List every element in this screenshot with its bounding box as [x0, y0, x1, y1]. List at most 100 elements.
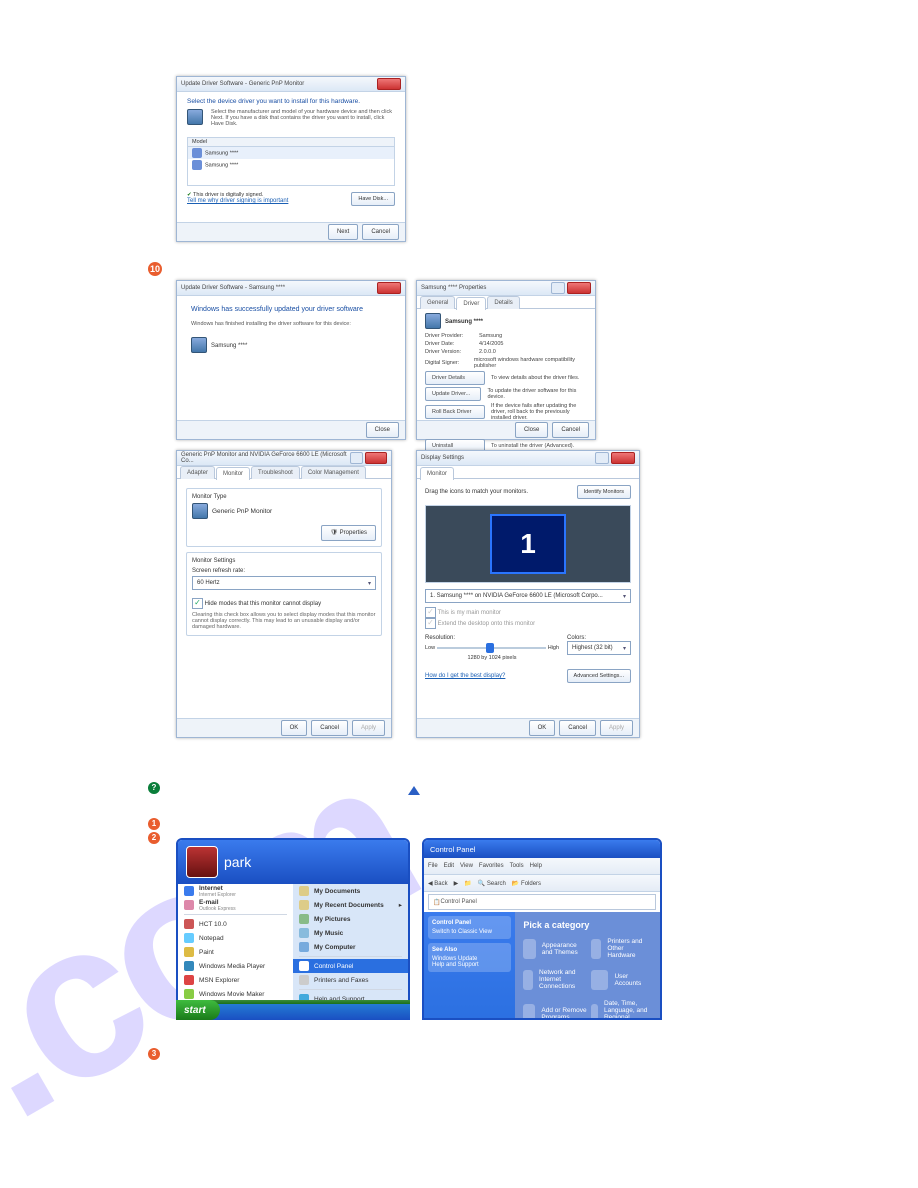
colors-dropdown[interactable]: Highest (32 bit)▾ [567, 641, 631, 655]
cancel-button[interactable]: Cancel [552, 422, 589, 438]
monitor-tile[interactable]: 1 [490, 514, 566, 574]
sm-item[interactable]: My Pictures [293, 912, 408, 926]
menu-tools[interactable]: Tools [510, 863, 524, 869]
menu-help[interactable]: Help [530, 863, 542, 869]
cancel-button[interactable]: Cancel [362, 224, 399, 240]
have-disk-button[interactable]: Have Disk... [351, 192, 395, 206]
up-button[interactable]: 📁 [464, 880, 471, 887]
pick-category-heading: Pick a category [523, 920, 652, 930]
cat-addremove[interactable]: Add or Remove Programs [523, 1000, 586, 1020]
cancel-button[interactable]: Cancel [311, 720, 348, 736]
cat-datetime[interactable]: Date, Time, Language, and Regional Optio… [591, 1000, 652, 1020]
help-icon[interactable] [350, 452, 363, 464]
rollback-button[interactable]: Roll Back Driver [425, 405, 485, 419]
search-button[interactable]: 🔍 Search [478, 880, 506, 887]
sm-item-control-panel[interactable]: Control Panel [293, 959, 408, 973]
folders-button[interactable]: 📂 Folders [512, 880, 541, 887]
monitor-select[interactable]: 1. Samsung **** on NVIDIA GeForce 6600 L… [425, 589, 631, 603]
cat-appearance[interactable]: Appearance and Themes [523, 938, 586, 959]
sm-item[interactable]: HCT 10.0 [178, 917, 293, 931]
refresh-dropdown[interactable]: 60 Hertz▾ [192, 576, 376, 590]
menu-view[interactable]: View [460, 863, 473, 869]
update-driver-button[interactable]: Update Driver... [425, 387, 481, 401]
sm-item[interactable]: My Music [293, 926, 408, 940]
model-row[interactable]: Samsung **** [188, 159, 394, 171]
sm-item[interactable]: Paint [178, 945, 293, 959]
close-icon[interactable] [377, 282, 401, 294]
sm-item[interactable]: My Recent Documents▸ [293, 898, 408, 912]
back-button[interactable]: ◀ Back [428, 880, 448, 887]
sm-item[interactable]: Notepad [178, 931, 293, 945]
resolution-value: 1280 by 1024 pixels [425, 655, 559, 661]
resolution-slider[interactable] [437, 647, 546, 649]
addremove-icon [523, 1004, 535, 1020]
close-icon[interactable] [567, 282, 591, 294]
hide-modes-checkbox[interactable]: ✓ [192, 598, 203, 609]
sm-item[interactable]: Windows Movie Maker [178, 987, 293, 1001]
tab-colormgmt[interactable]: Color Management [301, 466, 366, 479]
apply-button[interactable]: Apply [352, 720, 385, 736]
help-icon[interactable] [595, 452, 609, 464]
close-button[interactable]: Close [366, 422, 399, 438]
fwd-button[interactable]: ▶ [454, 880, 459, 887]
side-link[interactable]: Help and Support [432, 962, 507, 968]
properties-button[interactable]: 🛡 Properties [321, 525, 376, 541]
sm-item[interactable]: My Documents [293, 884, 408, 898]
dialog-subtext: Select the manufacturer and model of you… [211, 109, 395, 127]
help-icon[interactable] [551, 282, 565, 294]
success-heading: Windows has successfully updated your dr… [191, 306, 391, 313]
toolbar: ◀ Back ▶ 📁 🔍 Search 📂 Folders [424, 875, 660, 892]
category-pane: Pick a category Appearance and Themes Pr… [515, 912, 660, 1020]
start-button[interactable]: start [176, 1000, 220, 1020]
ok-button[interactable]: OK [529, 720, 556, 736]
tab-monitor[interactable]: Monitor [420, 467, 454, 480]
drag-text: Drag the icons to match your monitors. [425, 489, 528, 495]
cancel-button[interactable]: Cancel [559, 720, 596, 736]
cat-users[interactable]: User Accounts [591, 969, 652, 990]
taskbar: start [176, 1000, 410, 1020]
monitor-type-value: Generic PnP Monitor [212, 508, 272, 515]
settings-label: Monitor Settings [192, 558, 376, 564]
tab-details[interactable]: Details [487, 296, 519, 309]
triangle-right-icon: ▸ [399, 901, 402, 909]
close-button[interactable]: Close [515, 422, 548, 438]
close-icon[interactable] [611, 452, 635, 464]
signing-link[interactable]: Tell me why driver signing is important [187, 198, 288, 204]
tab-adapter[interactable]: Adapter [180, 466, 215, 479]
tabs: General Driver Details [417, 296, 595, 309]
address-bar[interactable]: 📋 Control Panel [428, 894, 656, 910]
tab-troubleshoot[interactable]: Troubleshoot [251, 466, 300, 479]
sm-item[interactable]: MSN Explorer [178, 973, 293, 987]
chevron-down-icon: ▾ [623, 645, 626, 652]
driver-details-button[interactable]: Driver Details [425, 371, 485, 385]
sm-item[interactable]: Printers and Faxes [293, 973, 408, 987]
next-button[interactable]: Next [328, 224, 358, 240]
best-display-link[interactable]: How do I get the best display? [425, 673, 505, 679]
cat-network[interactable]: Network and Internet Connections [523, 969, 586, 990]
cat-printers[interactable]: Printers and Other Hardware [591, 938, 652, 959]
titlebar: Update Driver Software - Generic PnP Mon… [177, 77, 405, 92]
close-icon[interactable] [377, 78, 401, 90]
tab-general[interactable]: General [420, 296, 455, 309]
sm-item-internet[interactable]: InternetInternet Explorer [178, 884, 293, 898]
model-row[interactable]: Samsung **** [188, 147, 394, 159]
dialog-heading: Select the device driver you want to ins… [187, 98, 395, 105]
tab-driver[interactable]: Driver [456, 297, 486, 310]
monitor-icon [192, 160, 202, 170]
menu-file[interactable]: File [428, 863, 438, 869]
switch-view-link[interactable]: Switch to Classic View [432, 929, 507, 935]
tab-monitor[interactable]: Monitor [216, 467, 250, 480]
apply-button[interactable]: Apply [600, 720, 633, 736]
sm-item[interactable]: My Computer [293, 940, 408, 954]
identify-button[interactable]: Identify Monitors [577, 485, 631, 499]
menu-edit[interactable]: Edit [444, 863, 454, 869]
top-arrow-icon[interactable] [408, 786, 420, 795]
sm-item[interactable]: Windows Media Player [178, 959, 293, 973]
monitor-icon [187, 109, 203, 125]
ok-button[interactable]: OK [281, 720, 308, 736]
close-icon[interactable] [365, 452, 387, 464]
menu-fav[interactable]: Favorites [479, 863, 504, 869]
advanced-button[interactable]: Advanced Settings... [567, 669, 631, 683]
sm-item-email[interactable]: E-mailOutlook Express [178, 898, 293, 912]
monitor-icon [192, 503, 208, 519]
